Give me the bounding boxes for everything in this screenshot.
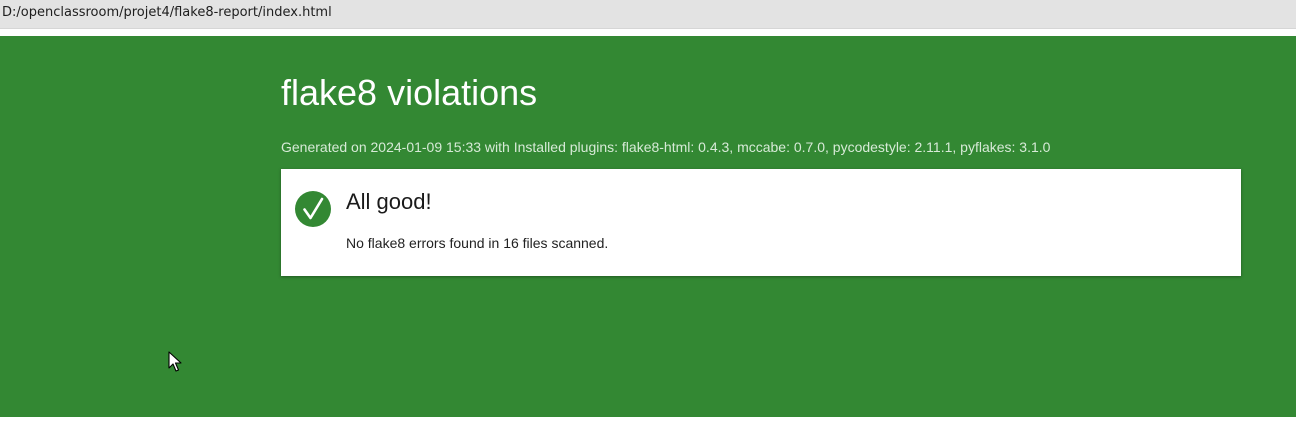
result-heading: All good!	[346, 189, 432, 214]
report-page: flake8 violations Generated on 2024-01-0…	[0, 36, 1296, 417]
address-url[interactable]: D:/openclassroom/projet4/flake8-report/i…	[2, 5, 332, 20]
result-card: All good! No flake8 errors found in 16 f…	[281, 169, 1241, 276]
result-message: No flake8 errors found in 16 files scann…	[346, 235, 609, 251]
checkmark-icon	[295, 191, 331, 227]
page-title: flake8 violations	[281, 72, 538, 113]
generated-info: Generated on 2024-01-09 15:33 with Insta…	[281, 139, 1051, 155]
mouse-cursor-icon	[168, 351, 182, 372]
address-bar[interactable]: D:/openclassroom/projet4/flake8-report/i…	[0, 0, 1296, 29]
